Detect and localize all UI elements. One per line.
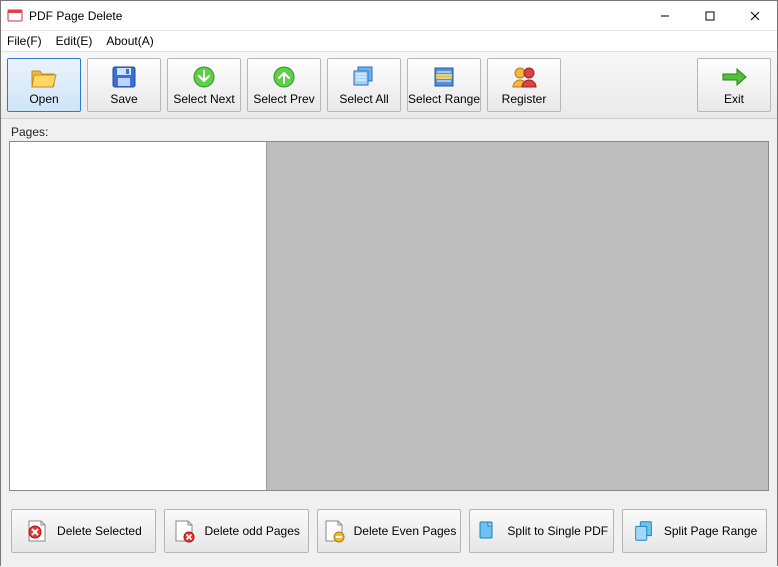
menu-edit[interactable]: Edit(E) — [56, 34, 93, 48]
pages-list[interactable] — [10, 142, 266, 490]
minimize-button[interactable] — [642, 1, 687, 30]
menu-file[interactable]: File(F) — [7, 34, 42, 48]
toolbar: Open Save Select Next S — [1, 51, 777, 119]
delete-selected-label: Delete Selected — [57, 524, 142, 538]
delete-selected-button[interactable]: Delete Selected — [11, 509, 156, 553]
select-all-icon — [350, 65, 378, 89]
split-single-label: Split to Single PDF — [507, 524, 608, 538]
split-range-icon — [632, 519, 656, 543]
arrow-down-green-icon — [190, 65, 218, 89]
select-next-label: Select Next — [173, 93, 234, 105]
exit-label: Exit — [724, 93, 744, 105]
register-button[interactable]: Register — [487, 58, 561, 112]
select-prev-label: Select Prev — [253, 93, 314, 105]
panes — [9, 141, 769, 491]
page-delete-minus-icon — [322, 519, 346, 543]
delete-odd-button[interactable]: Delete odd Pages — [164, 509, 309, 553]
delete-even-button[interactable]: Delete Even Pages — [317, 509, 462, 553]
app-icon — [7, 8, 23, 24]
page-delete-x-icon — [172, 519, 196, 543]
select-prev-button[interactable]: Select Prev — [247, 58, 321, 112]
page-delete-red-icon — [25, 519, 49, 543]
menu-about[interactable]: About(A) — [106, 34, 153, 48]
open-folder-icon — [30, 65, 58, 89]
close-button[interactable] — [732, 1, 777, 30]
split-single-icon — [475, 519, 499, 543]
select-range-label: Select Range — [408, 93, 480, 105]
select-all-label: Select All — [339, 93, 388, 105]
open-label: Open — [29, 93, 58, 105]
split-range-button[interactable]: Split Page Range — [622, 509, 767, 553]
save-button[interactable]: Save — [87, 58, 161, 112]
save-floppy-icon — [110, 65, 138, 89]
select-next-button[interactable]: Select Next — [167, 58, 241, 112]
exit-arrow-icon — [720, 65, 748, 89]
maximize-button[interactable] — [687, 1, 732, 30]
open-button[interactable]: Open — [7, 58, 81, 112]
delete-even-label: Delete Even Pages — [354, 524, 457, 538]
select-range-button[interactable]: Select Range — [407, 58, 481, 112]
users-icon — [510, 65, 538, 89]
select-range-icon — [430, 65, 458, 89]
bottombar: Delete Selected Delete odd Pages Delete … — [1, 499, 777, 567]
split-single-button[interactable]: Split to Single PDF — [469, 509, 614, 553]
titlebar: PDF Page Delete — [1, 1, 777, 31]
save-label: Save — [110, 93, 137, 105]
select-all-button[interactable]: Select All — [327, 58, 401, 112]
menubar: File(F) Edit(E) About(A) — [1, 31, 777, 51]
arrow-up-green-icon — [270, 65, 298, 89]
preview-pane — [266, 142, 768, 490]
split-range-label: Split Page Range — [664, 524, 757, 538]
pages-label: Pages: — [11, 125, 769, 139]
delete-odd-label: Delete odd Pages — [204, 524, 299, 538]
content-area: Pages: — [1, 119, 777, 499]
window-title: PDF Page Delete — [29, 9, 122, 23]
register-label: Register — [502, 93, 547, 105]
exit-button[interactable]: Exit — [697, 58, 771, 112]
